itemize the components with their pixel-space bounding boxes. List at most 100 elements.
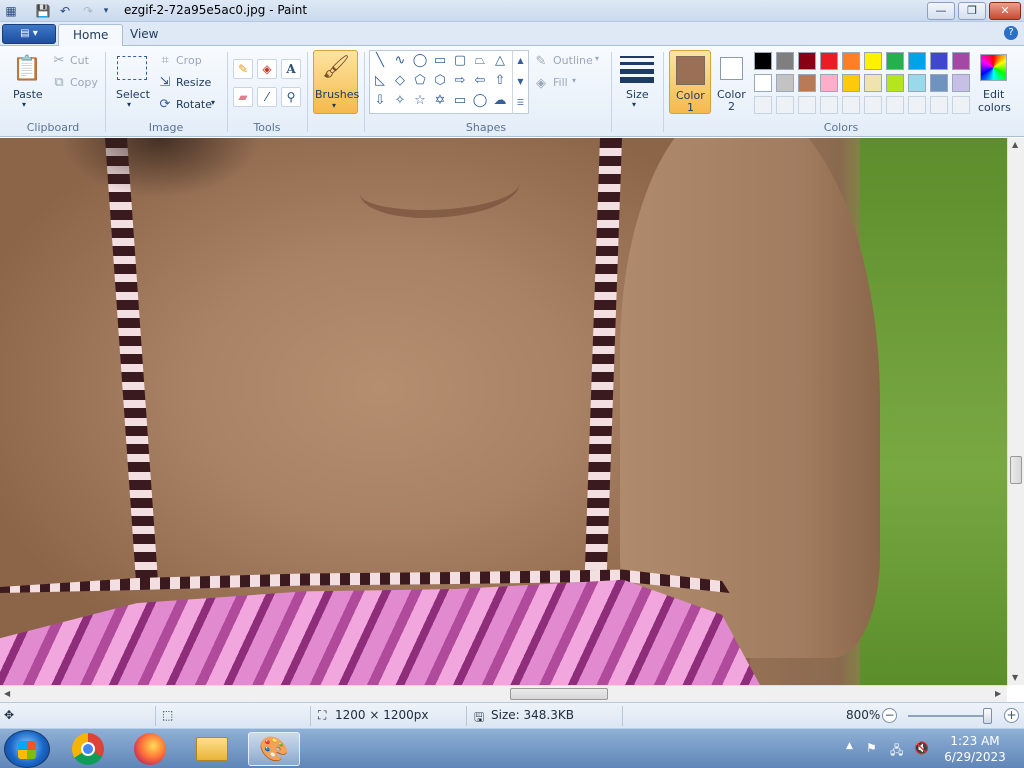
left-arrow-shape-icon[interactable]: ⇦ (470, 71, 490, 91)
outline-button[interactable]: Outline (553, 54, 593, 67)
palette-swatch[interactable] (952, 74, 970, 92)
undo-icon[interactable]: ↶ (57, 3, 73, 19)
palette-swatch[interactable] (886, 74, 904, 92)
palette-swatch[interactable] (820, 52, 838, 70)
copy-button[interactable]: Copy (70, 76, 98, 89)
taskbar-file-explorer[interactable] (186, 732, 238, 766)
size-dropdown-icon[interactable]: ▾ (632, 100, 636, 109)
select-dropdown-icon[interactable]: ▾ (127, 100, 131, 109)
paste-button[interactable]: Paste (13, 88, 43, 101)
fill-button[interactable]: Fill (553, 76, 568, 89)
color1-button[interactable]: Color 1 (669, 50, 711, 114)
hexagon-shape-icon[interactable]: ⬡ (430, 71, 450, 91)
shapes-expand-icon[interactable]: ☰ (512, 93, 528, 114)
select-button[interactable]: Select (116, 88, 150, 101)
maximize-button[interactable]: ❐ (958, 2, 986, 20)
crop-button[interactable]: Crop (176, 54, 202, 67)
zoom-slider-thumb[interactable] (983, 708, 992, 724)
palette-swatch[interactable] (754, 74, 772, 92)
scroll-down-arrow-icon[interactable]: ▼ (1012, 673, 1018, 682)
up-arrow-shape-icon[interactable]: ⇧ (490, 71, 510, 91)
palette-empty-swatch[interactable] (776, 96, 794, 114)
palette-swatch[interactable] (776, 74, 794, 92)
size-lines-icon[interactable] (620, 55, 654, 83)
resize-button[interactable]: Resize (176, 76, 211, 89)
scroll-left-arrow-icon[interactable]: ◀ (4, 689, 10, 698)
fill-dropdown-icon[interactable]: ▾ (572, 76, 576, 85)
triangle-shape-icon[interactable]: △ (490, 51, 510, 71)
eraser-icon[interactable]: ▰ (233, 87, 253, 107)
palette-swatch[interactable] (864, 52, 882, 70)
action-center-icon[interactable]: ⚑ (866, 741, 877, 755)
customize-dropdown-icon[interactable]: ▾ (98, 3, 114, 19)
size-button[interactable]: Size (626, 88, 649, 101)
palette-swatch[interactable] (908, 52, 926, 70)
palette-swatch[interactable] (754, 52, 772, 70)
shapes-scroll-down-icon[interactable]: ▼ (512, 72, 528, 93)
minimize-button[interactable]: — (927, 2, 955, 20)
edit-colors-icon[interactable] (980, 54, 1007, 81)
four-point-star-shape-icon[interactable]: ✧ (390, 91, 410, 111)
vertical-scroll-thumb[interactable] (1010, 456, 1022, 484)
color-picker-icon[interactable]: ⁄ (257, 87, 277, 107)
palette-empty-swatch[interactable] (886, 96, 904, 114)
rect-callout-shape-icon[interactable]: ▭ (450, 91, 470, 111)
cloud-callout-shape-icon[interactable]: ☁ (490, 91, 510, 111)
vertical-scrollbar[interactable]: ▲ ▼ (1007, 138, 1024, 685)
tab-home[interactable]: Home (58, 24, 124, 46)
select-icon[interactable] (117, 56, 147, 80)
rounded-rectangle-shape-icon[interactable]: ▢ (450, 51, 470, 71)
volume-muted-icon[interactable]: 🔇 (914, 741, 929, 755)
save-icon[interactable]: 💾 (35, 3, 51, 19)
taskbar-chrome[interactable] (62, 732, 114, 766)
palette-swatch[interactable] (842, 52, 860, 70)
palette-swatch[interactable] (886, 52, 904, 70)
horizontal-scroll-thumb[interactable] (510, 688, 608, 700)
edit-colors-label-2[interactable]: colors (978, 101, 1011, 114)
close-button[interactable]: ✕ (989, 2, 1021, 20)
zoom-slider-track[interactable] (908, 715, 990, 717)
image-canvas[interactable] (0, 138, 1007, 685)
paint-menu-button[interactable]: ▤ ▾ (2, 24, 56, 44)
paste-icon[interactable]: 📋 (12, 52, 42, 84)
six-point-star-shape-icon[interactable]: ✡ (430, 91, 450, 111)
palette-empty-swatch[interactable] (930, 96, 948, 114)
tab-view[interactable]: View (116, 24, 172, 46)
five-point-star-shape-icon[interactable]: ☆ (410, 91, 430, 111)
right-arrow-shape-icon[interactable]: ⇨ (450, 71, 470, 91)
palette-swatch[interactable] (776, 52, 794, 70)
right-triangle-shape-icon[interactable]: ◺ (370, 71, 390, 91)
palette-empty-swatch[interactable] (864, 96, 882, 114)
oval-shape-icon[interactable]: ◯ (410, 51, 430, 71)
palette-swatch[interactable] (798, 74, 816, 92)
palette-swatch[interactable] (820, 74, 838, 92)
polygon-shape-icon[interactable]: ⏢ (470, 51, 490, 71)
fill-bucket-icon[interactable]: ◈ (257, 59, 277, 79)
down-arrow-shape-icon[interactable]: ⇩ (370, 91, 390, 111)
scroll-right-arrow-icon[interactable]: ▶ (995, 689, 1001, 698)
magnifier-icon[interactable]: ⚲ (281, 87, 301, 107)
cut-button[interactable]: Cut (70, 54, 89, 67)
palette-empty-swatch[interactable] (820, 96, 838, 114)
taskbar-firefox[interactable] (124, 732, 176, 766)
palette-empty-swatch[interactable] (842, 96, 860, 114)
scroll-up-arrow-icon[interactable]: ▲ (1012, 140, 1018, 149)
palette-swatch[interactable] (864, 74, 882, 92)
palette-swatch[interactable] (930, 74, 948, 92)
network-icon[interactable]: 🖧 (890, 741, 903, 762)
rotate-dropdown-icon[interactable]: ▾ (211, 98, 215, 107)
paint-app-icon[interactable]: ▦ (3, 3, 19, 19)
outline-dropdown-icon[interactable]: ▾ (595, 54, 599, 63)
pentagon-shape-icon[interactable]: ⬠ (410, 71, 430, 91)
brushes-button[interactable]: 🖌 Brushes ▾ (313, 50, 359, 114)
palette-swatch[interactable] (908, 74, 926, 92)
shapes-scroll-up-icon[interactable]: ▲ (512, 51, 528, 72)
line-shape-icon[interactable]: ╲ (370, 51, 390, 71)
redo-icon[interactable]: ↷ (80, 3, 96, 19)
palette-empty-swatch[interactable] (754, 96, 772, 114)
zoom-in-button[interactable]: + (1004, 708, 1019, 723)
diamond-shape-icon[interactable]: ◇ (390, 71, 410, 91)
system-clock[interactable]: 1:23 AM 6/29/2023 (944, 733, 1006, 765)
taskbar-paint[interactable]: 🎨 (248, 732, 300, 766)
rectangle-shape-icon[interactable]: ▭ (430, 51, 450, 71)
